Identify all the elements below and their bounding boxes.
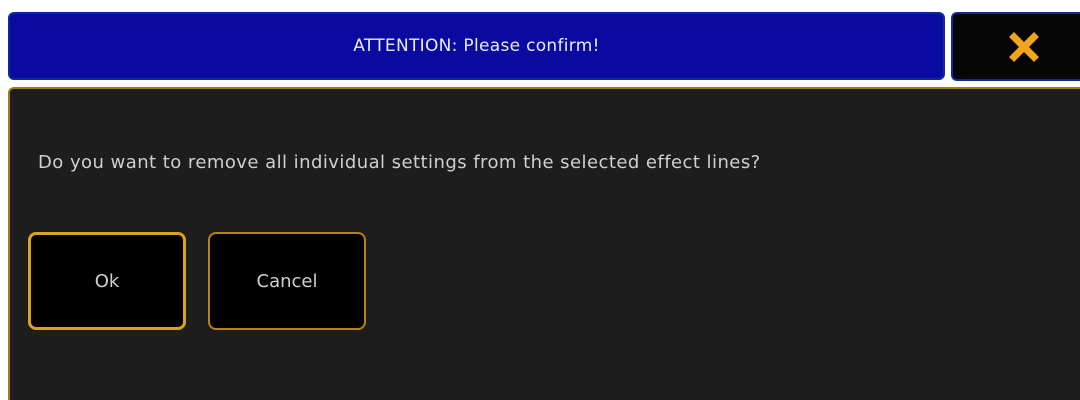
dialog-title: ATTENTION: Please confirm! [353,36,600,56]
cancel-button-label: Cancel [256,270,318,292]
close-x-icon [1008,31,1039,62]
ok-button-label: Ok [94,270,120,292]
ok-button[interactable]: Ok [28,232,186,330]
confirm-message: Do you want to remove all individual set… [38,152,761,173]
confirm-dialog: ATTENTION: Please confirm! Do you want t… [0,0,1080,400]
dialog-titlebar: ATTENTION: Please confirm! [8,12,945,80]
cancel-button[interactable]: Cancel [208,232,366,330]
close-button[interactable] [951,12,1080,81]
